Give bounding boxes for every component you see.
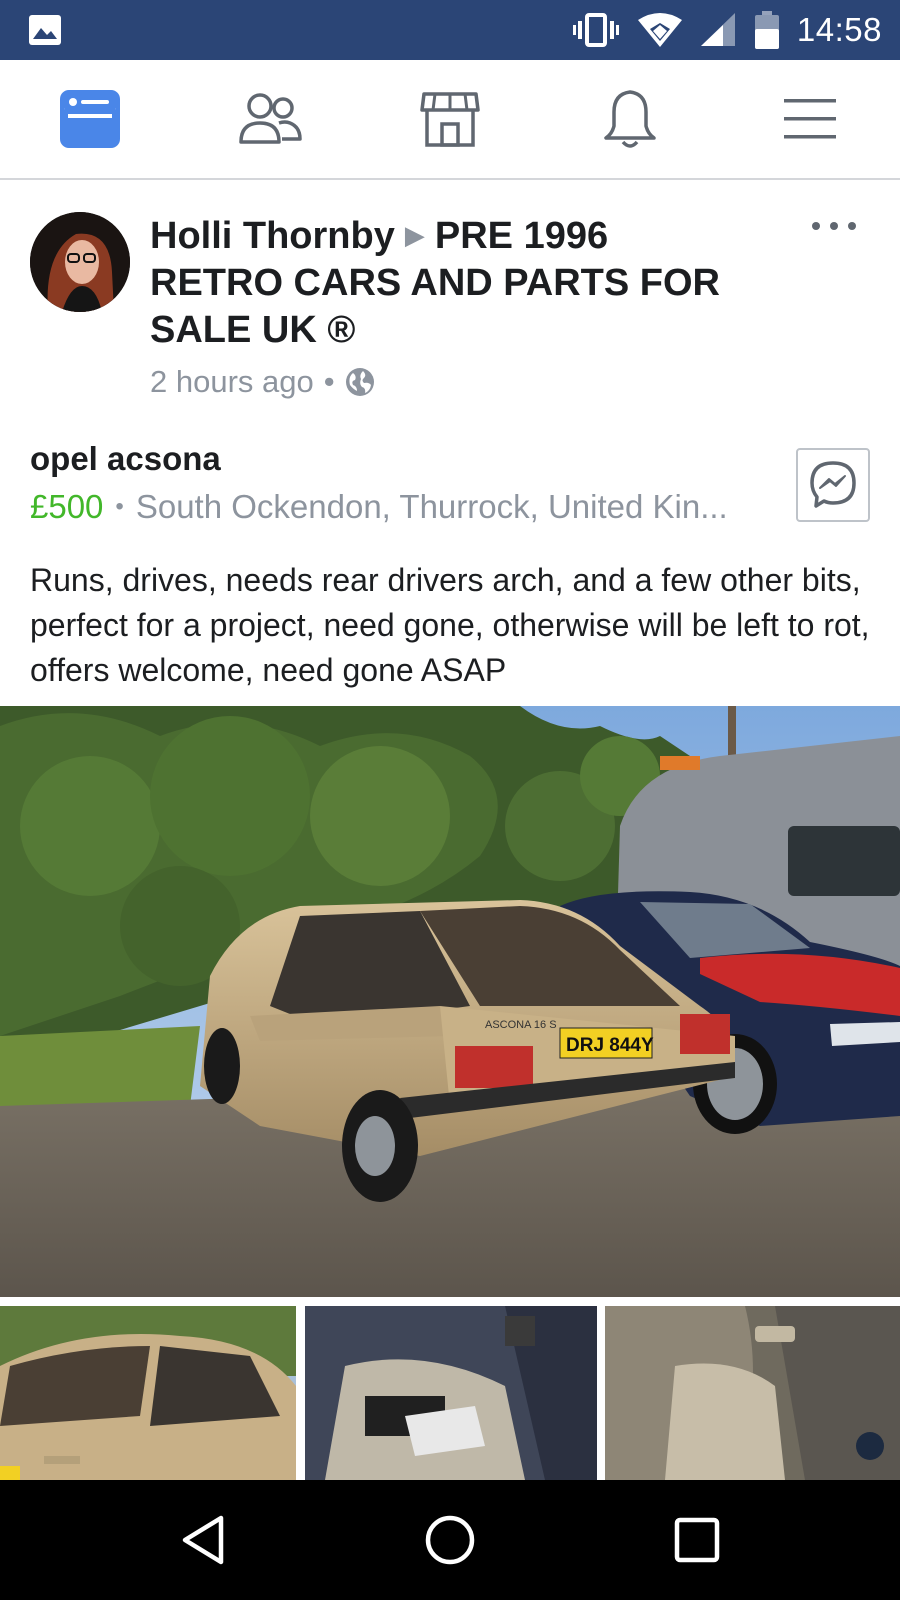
hamburger-menu-icon — [784, 99, 836, 139]
listing-location: South Ockendon, Thurrock, United Kin... — [135, 488, 728, 525]
system-navigation-bar — [0, 1480, 900, 1600]
post-time[interactable]: 2 hours ago — [150, 364, 314, 400]
tab-news-feed[interactable] — [0, 60, 180, 178]
listing-price: £500 — [30, 488, 104, 525]
post-meta: 2 hours ago • — [150, 364, 375, 400]
tab-notifications[interactable] — [540, 60, 720, 178]
vibrate-icon — [572, 13, 619, 47]
tab-menu[interactable] — [720, 60, 900, 178]
image-icon — [29, 15, 61, 45]
clock: 14:58 — [796, 11, 882, 48]
arrow-right-icon: ▶ — [404, 220, 425, 250]
thumbnail-photo[interactable] — [305, 1306, 597, 1480]
wifi-icon — [637, 13, 682, 47]
dot-icon — [848, 222, 856, 230]
messenger-icon — [810, 461, 856, 508]
meta-separator: • — [323, 364, 335, 399]
author-name[interactable]: Holli Thornby — [150, 215, 395, 257]
home-circle-icon — [425, 1515, 475, 1565]
back-button[interactable] — [163, 1500, 243, 1580]
separator: • — [115, 493, 124, 520]
globe-icon — [345, 368, 374, 396]
nav-bar — [0, 60, 900, 180]
car-badge: ASCONA 16 S — [485, 1019, 557, 1031]
home-button[interactable] — [410, 1500, 490, 1580]
listing-title[interactable]: opel acsona — [30, 440, 221, 478]
dot-icon — [812, 222, 820, 230]
tab-marketplace[interactable] — [360, 60, 540, 178]
signal-icon — [700, 13, 735, 46]
dot-icon — [830, 222, 838, 230]
thumbnail-photo[interactable] — [0, 1306, 296, 1480]
bell-icon — [604, 90, 656, 148]
tab-friends[interactable] — [180, 60, 360, 178]
post-title: Holli Thornby ▶ PRE 1996 RETRO CARS AND PA… — [150, 212, 750, 354]
post-header: Holli Thornby ▶ PRE 1996 RETRO CARS AND PA… — [0, 182, 900, 422]
photo-thumbnails — [0, 1306, 900, 1480]
avatar[interactable] — [30, 212, 130, 312]
thumbnail-photo[interactable] — [605, 1306, 900, 1480]
price-row: £500 • South Ockendon, Thurrock, United Ki… — [30, 488, 760, 526]
friends-icon — [239, 93, 302, 144]
status-bar: 14:58 — [0, 0, 900, 60]
back-triangle-icon — [183, 1515, 224, 1565]
recents-square-icon — [674, 1517, 719, 1563]
battery-icon — [754, 11, 779, 49]
listing-description: Runs, drives, needs rear drivers arch, a… — [30, 562, 870, 688]
messenger-button[interactable] — [796, 448, 870, 522]
license-plate: DRJ 844Y — [566, 1035, 654, 1056]
news-feed-icon — [60, 90, 120, 148]
recents-button[interactable] — [657, 1500, 737, 1580]
main-photo[interactable]: DRJ 844Y ASCONA 16 S — [0, 706, 900, 1297]
more-options-button[interactable] — [812, 216, 856, 236]
marketplace-icon — [420, 92, 480, 147]
